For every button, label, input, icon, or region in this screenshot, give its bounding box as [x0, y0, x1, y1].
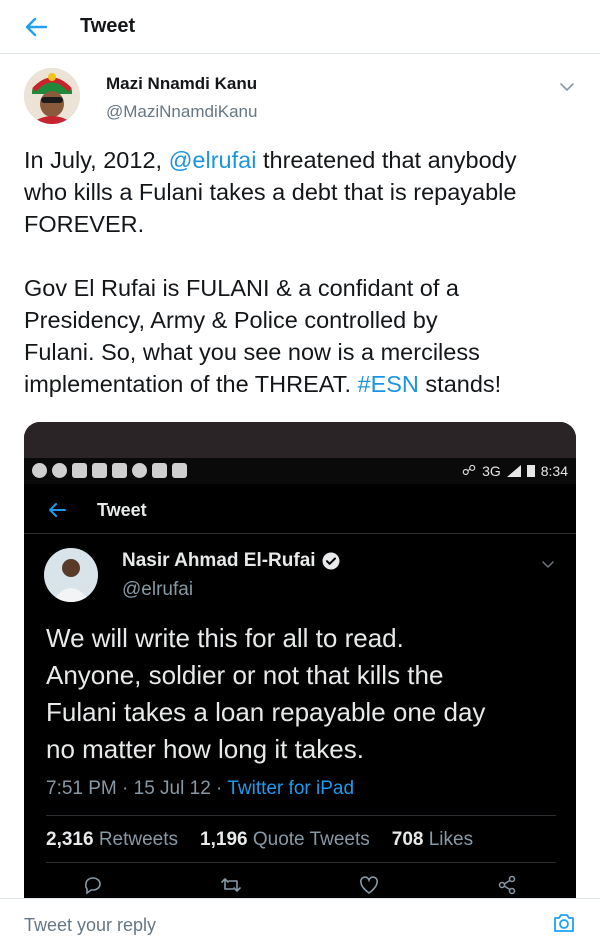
retweets-stat: 2,316 Retweets [46, 829, 178, 851]
back-arrow-icon[interactable] [22, 13, 50, 41]
twitter-bird-icon [112, 463, 127, 478]
tweet-text-segment: Gov El Rufai is FULANI & a confidant of … [24, 275, 459, 301]
retweets-label: Retweets [98, 829, 179, 850]
chevron-down-icon[interactable] [558, 78, 576, 96]
media-top-strip [24, 422, 576, 458]
tweet-text-segment: In July, 2012, [24, 147, 169, 173]
top-bar: Tweet [0, 0, 600, 54]
embedded-tweet-text-line: Fulani takes a loan repayable one day [46, 697, 486, 727]
tweet-media-image[interactable]: ☍ 3G 8:34 Tweet Nasir Ahmad El-Rufai @el… [24, 422, 576, 898]
tweet-text-segment: who kills a Fulani takes a debt that is … [24, 179, 517, 205]
avatar [44, 548, 98, 602]
app-icon [92, 463, 107, 478]
tweet-author: Mazi Nnamdi Kanu @MaziNnamdiKanu [24, 68, 576, 130]
reply-input[interactable]: Tweet your reply [24, 915, 156, 936]
quotes-count: 1,196 [200, 829, 248, 850]
tweet-text-line: FOREVER. [24, 208, 576, 240]
likes-stat: 708 Likes [392, 829, 473, 851]
tweet-text-segment: Presidency, Army & Police controlled by [24, 307, 438, 333]
author-handle[interactable]: @MaziNnamdiKanu [106, 102, 257, 122]
tweet-text-line: Fulani. So, what you see now is a mercil… [24, 336, 576, 368]
tweet-text-line: In July, 2012, @elrufai threatened that … [24, 144, 576, 176]
app-icon [132, 463, 147, 478]
reply-bar: Tweet your reply [0, 898, 600, 946]
phone-status-bar: ☍ 3G 8:34 [24, 458, 576, 484]
embedded-tweet-text-line: no matter how long it takes. [46, 734, 364, 764]
tweet-text-line: Presidency, Army & Police controlled by [24, 304, 576, 336]
embedded-author-name: Nasir Ahmad El-Rufai [122, 550, 316, 571]
app-icon [32, 463, 47, 478]
like-icon [360, 876, 378, 894]
embedded-timestamp: 7:51 PM · 15 Jul 12 · [46, 778, 228, 799]
headset-icon: ☍ [461, 462, 477, 478]
likes-label: Likes [428, 829, 474, 850]
likes-count: 708 [391, 829, 424, 850]
notification-icons [32, 463, 187, 478]
back-arrow-icon [49, 503, 66, 517]
embedded-tweet-text-line: Anyone, soldier or not that kills the [46, 660, 444, 690]
camera-icon[interactable] [552, 911, 576, 935]
reply-icon [84, 877, 101, 895]
tweet-text: In July, 2012, @elrufai threatened that … [24, 144, 576, 400]
retweets-count: 2,316 [46, 829, 94, 850]
mention-link[interactable]: @elrufai [169, 147, 257, 173]
divider [46, 815, 556, 816]
embedded-tweet-author: Nasir Ahmad El-Rufai @elrufai [44, 544, 556, 604]
chevron-down-icon [542, 561, 554, 568]
divider [46, 862, 556, 863]
embedded-tweet-text: We will write this for all to read. Anyon… [46, 620, 558, 768]
embedded-top-bar: Tweet [24, 486, 576, 534]
app-icon [72, 463, 87, 478]
status-right: ☍ 3G 8:34 [462, 462, 568, 479]
tweet-text-segment: threatened that anybody [256, 147, 517, 173]
embedded-tweet-meta: 7:51 PM · 15 Jul 12 · Twitter for iPad [46, 778, 354, 800]
signal-icon [506, 464, 521, 477]
app-icon [172, 463, 187, 478]
app-icon [52, 463, 67, 478]
embedded-source: Twitter for iPad [227, 778, 355, 799]
quotes-stat: 1,196 Quote Tweets [200, 829, 370, 851]
battery-icon [526, 465, 535, 477]
embedded-tweet-actions [24, 874, 576, 898]
tweet-text-line: Gov El Rufai is FULANI & a confidant of … [24, 272, 576, 304]
retweet-icon [221, 878, 241, 892]
tweet-text-line: who kills a Fulani takes a debt that is … [24, 176, 576, 208]
status-time: 8:34 [540, 462, 568, 479]
author-name[interactable]: Mazi Nnamdi Kanu [106, 74, 257, 94]
avatar-image [44, 548, 98, 602]
quotes-label: Quote Tweets [252, 829, 370, 850]
tweet-text-segment: Fulani. So, what you see now is a mercil… [24, 339, 480, 365]
avatar-image [24, 68, 80, 124]
share-icon [498, 875, 516, 895]
tweet-text-line: implementation of the THREAT. #ESN stand… [24, 368, 576, 400]
tweet-text-segment: stands! [418, 371, 502, 397]
embedded-page-title: Tweet [97, 500, 147, 520]
verified-icon [322, 552, 340, 570]
avatar[interactable] [24, 68, 80, 124]
hashtag-link[interactable]: #ESN [358, 371, 419, 397]
mail-icon [152, 463, 167, 478]
embedded-author-name-row: Nasir Ahmad El-Rufai [122, 550, 340, 572]
network-label: 3G [482, 462, 501, 479]
embedded-tweet-stats: 2,316 Retweets 1,196 Quote Tweets 708 Li… [46, 829, 473, 851]
embedded-author-handle: @elrufai [122, 579, 194, 600]
tweet-text-segment: FOREVER. [24, 211, 145, 237]
tweet-text-segment: implementation of the THREAT. [24, 371, 358, 397]
page-title: Tweet [80, 15, 136, 37]
embedded-tweet-text-line: We will write this for all to read. [46, 623, 404, 653]
